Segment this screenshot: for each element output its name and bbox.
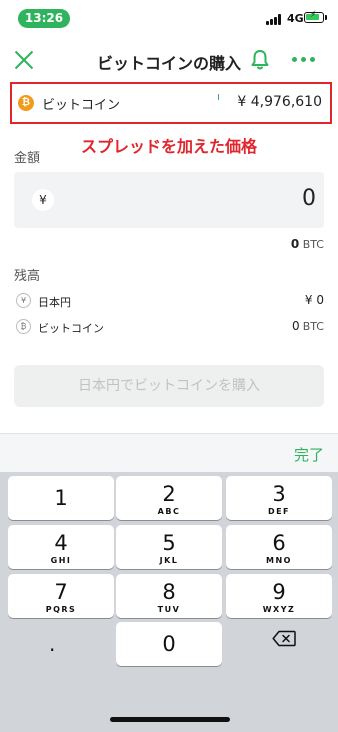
key-5[interactable]: 5 JKL <box>116 525 222 569</box>
btc-conversion-unit: BTC <box>302 238 324 251</box>
numeric-keypad: 1 2 ABC 3 DEF 4 GHI 5 JKL 6 MNO 7 PQRS 8 TUV 9W… <box>0 472 338 732</box>
price-value: ¥ 4,976,610 <box>237 94 322 110</box>
status-bar: 13:26 4G ⚡ <box>0 0 338 34</box>
balance-value: 0 BTC <box>292 319 324 333</box>
amount-value: 0 <box>302 186 316 211</box>
price-change-indicator <box>218 94 219 100</box>
spread-annotation: スプレッドを加えた価格 <box>80 137 257 156</box>
status-time: 13:26 <box>18 9 70 28</box>
key-1[interactable]: 1 <box>8 476 114 520</box>
btc-conversion-value: 0 <box>290 237 300 251</box>
done-button[interactable]: 完了 <box>294 444 324 465</box>
key-3[interactable]: 3 DEF <box>226 476 332 520</box>
balance-amount: 0 <box>292 319 300 333</box>
key-0[interactable]: 0 <box>116 622 222 666</box>
balance-amount: ¥ 0 <box>304 293 324 307</box>
key-decimal[interactable]: . <box>49 632 55 656</box>
btc-conversion: 0 BTC <box>291 237 324 251</box>
balance-value: ¥ 0 <box>305 293 324 307</box>
balance-unit: BTC <box>302 320 324 333</box>
key-4[interactable]: 4 GHI <box>8 525 114 569</box>
bell-icon[interactable] <box>250 49 270 71</box>
network-label: 4G <box>287 12 304 25</box>
signal-icon <box>266 14 284 25</box>
key-6[interactable]: 6 MNO <box>226 525 332 569</box>
balance-row-btc: ₿ ビットコイン 0 BTC <box>14 317 324 337</box>
buy-button[interactable]: 日本円でビットコインを購入 <box>14 365 324 407</box>
balance-label: 残高 <box>14 269 41 284</box>
price-asset-name: ビットコイン <box>42 98 121 113</box>
balance-name: 日本円 <box>38 296 71 309</box>
home-indicator <box>110 717 230 722</box>
bitcoin-icon: ₿ <box>16 319 31 334</box>
amount-label: 金額 <box>14 151 41 166</box>
battery-icon: ⚡ <box>304 10 324 23</box>
backspace-icon[interactable] <box>272 630 296 647</box>
more-icon[interactable] <box>292 56 316 64</box>
balance-row-jpy: ¥ 日本円 ¥ 0 <box>14 291 324 311</box>
bitcoin-icon: ₿ <box>18 95 34 111</box>
key-8[interactable]: 8 TUV <box>116 574 222 618</box>
key-7[interactable]: 7 PQRS <box>8 574 114 618</box>
key-9[interactable]: 9 WXYZ <box>226 574 332 618</box>
amount-input[interactable]: ¥ 0 <box>14 172 324 228</box>
page-title: ビットコインの購入 <box>96 54 241 73</box>
keyboard-toolbar: 完了 <box>0 433 338 472</box>
battery-tip <box>325 15 327 20</box>
key-2[interactable]: 2 ABC <box>116 476 222 520</box>
balance-name: ビットコイン <box>38 322 104 335</box>
yen-icon: ¥ <box>32 189 54 211</box>
price-box: ₿ ビットコイン ¥ 4,976,610 <box>10 82 332 124</box>
yen-icon: ¥ <box>16 293 31 308</box>
